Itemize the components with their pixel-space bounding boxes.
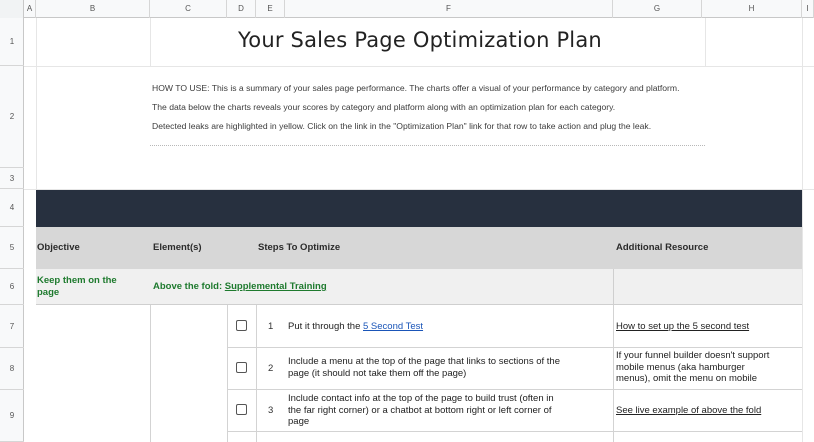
column-header-g[interactable]: G <box>613 0 702 18</box>
select-all-corner[interactable] <box>0 0 24 18</box>
five-second-test-link[interactable]: 5 Second Test <box>363 321 423 332</box>
header-elements[interactable]: Element(s) <box>153 227 202 269</box>
row-header-1[interactable]: 1 <box>0 18 24 66</box>
howto-line-1: HOW TO USE: This is a summary of your sa… <box>152 83 680 93</box>
cell-border <box>256 305 257 442</box>
step-2-number: 2 <box>268 363 274 374</box>
header-objective[interactable]: Objective <box>37 227 80 269</box>
step-3-number: 3 <box>268 405 274 416</box>
step-1-number: 1 <box>268 321 274 332</box>
column-header-b[interactable]: B <box>36 0 150 18</box>
cell-border <box>227 305 228 442</box>
step-1-checkbox[interactable] <box>236 320 247 331</box>
step-2-checkbox[interactable] <box>236 362 247 373</box>
column-header-f[interactable]: F <box>285 0 613 18</box>
column-header-i[interactable]: I <box>802 0 814 18</box>
step-3-resource-link[interactable]: See live example of above the fold <box>616 405 761 417</box>
row-header-8[interactable]: 8 <box>0 348 24 390</box>
supplemental-training-link[interactable]: Supplemental Training <box>225 281 327 292</box>
row-header-5[interactable]: 5 <box>0 227 24 269</box>
dark-header-band <box>36 190 802 227</box>
section-element: Above the fold: Supplemental Training <box>153 281 327 293</box>
howto-line-3: Detected leaks are highlighted in yellow… <box>152 121 652 131</box>
row-header-6[interactable]: 6 <box>0 269 24 305</box>
column-header-a[interactable]: A <box>24 0 36 18</box>
column-header-h[interactable]: H <box>702 0 802 18</box>
column-header-d[interactable]: D <box>227 0 256 18</box>
step-1-resource-link[interactable]: How to set up the 5 second test <box>616 321 749 333</box>
step-3-checkbox[interactable] <box>236 404 247 415</box>
row-header-3[interactable]: 3 <box>0 168 24 189</box>
row-header-2[interactable]: 2 <box>0 66 24 168</box>
row-header-9[interactable]: 9 <box>0 390 24 442</box>
gridline <box>36 18 37 190</box>
section-objective[interactable]: Keep them on the page <box>37 275 117 299</box>
column-header-e[interactable]: E <box>256 0 285 18</box>
cell-border <box>227 347 802 348</box>
section-row <box>36 269 802 305</box>
step-2-text: Include a menu at the top of the page th… <box>288 356 560 379</box>
row-header-4[interactable]: 4 <box>0 189 24 227</box>
cell-border <box>150 305 151 442</box>
step-3-text: Include contact info at the top of the p… <box>288 393 554 427</box>
column-header-bar: A B C D E F G H I <box>0 0 814 18</box>
gridline <box>705 18 706 66</box>
howto-line-2: The data below the charts reveals your s… <box>152 102 616 112</box>
divider <box>150 145 705 146</box>
gridline <box>24 66 814 67</box>
page-title: Your Sales Page Optimization Plan <box>238 28 602 52</box>
cell-border <box>613 269 614 305</box>
header-steps[interactable]: Steps To Optimize <box>258 227 340 269</box>
row-header-bar: 1 2 3 4 5 6 7 8 9 <box>0 18 24 442</box>
step-2-resource-text: If your funnel builder doesn't support m… <box>616 350 770 384</box>
header-resource[interactable]: Additional Resource <box>616 227 708 269</box>
section-element-label: Above the fold: <box>153 281 225 292</box>
cell-border <box>227 431 802 432</box>
cell-border <box>613 305 614 442</box>
step-1-text: Put it through the 5 Second Test <box>288 321 424 332</box>
gridline <box>802 18 803 442</box>
row-header-7[interactable]: 7 <box>0 305 24 348</box>
column-header-c[interactable]: C <box>150 0 227 18</box>
cell-border <box>227 389 802 390</box>
